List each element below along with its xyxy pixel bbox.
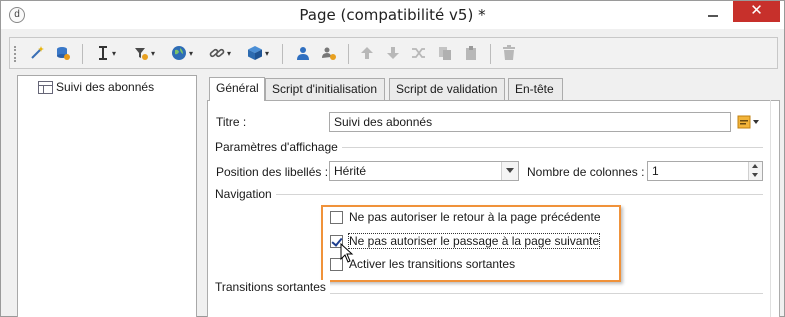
tab-validation-script[interactable]: Script de validation xyxy=(389,78,505,100)
text-edit-icon xyxy=(737,115,759,129)
toolbar: ▾ ▾ ▾ ▾ ▾ xyxy=(9,37,778,69)
cube-button[interactable]: ▾ xyxy=(242,42,274,64)
display-group-title: Paramètres d'affichage xyxy=(215,140,342,154)
user-icon xyxy=(297,47,309,60)
title-bar[interactable]: d Page (compatibilité v5) * ✕ xyxy=(1,1,784,29)
spinner-icon[interactable] xyxy=(748,162,762,180)
tab-general[interactable]: Général xyxy=(209,77,265,101)
user-button[interactable] xyxy=(292,42,314,64)
toolbar-separator xyxy=(82,44,83,64)
cube-icon xyxy=(247,46,262,60)
copy-button[interactable] xyxy=(434,42,456,64)
copy-icon xyxy=(439,47,451,60)
wand-icon xyxy=(31,46,44,59)
delete-icon xyxy=(503,45,515,60)
form-page-icon xyxy=(38,80,53,94)
tab-init-script[interactable]: Script d'initialisation xyxy=(265,78,385,100)
mouse-cursor-icon xyxy=(340,243,354,263)
toolbar-grip[interactable] xyxy=(14,46,18,62)
label-position-select[interactable]: Hérité xyxy=(329,161,519,181)
chevron-down-icon[interactable] xyxy=(501,162,518,180)
columns-stepper[interactable]: 1 xyxy=(647,161,763,181)
database-refresh-button[interactable] xyxy=(52,42,74,64)
columns-value: 1 xyxy=(652,164,659,178)
user-settings-icon xyxy=(322,47,336,60)
user-settings-button[interactable] xyxy=(318,42,340,64)
wand-button[interactable] xyxy=(26,42,48,64)
arrow-up-icon xyxy=(361,47,373,59)
navigation-group-title: Navigation xyxy=(215,187,276,201)
text-field-button[interactable]: ▾ xyxy=(90,42,122,64)
checkbox-box[interactable] xyxy=(330,210,343,224)
transitions-group-title: Transitions sortantes xyxy=(215,280,330,294)
tree-item-label: Suivi des abonnés xyxy=(56,80,155,94)
globe-button[interactable]: ▾ xyxy=(166,42,198,64)
shuffle-button[interactable] xyxy=(408,42,430,64)
link-button[interactable]: ▾ xyxy=(204,42,236,64)
columns-label: Nombre de colonnes : xyxy=(527,165,645,179)
globe-icon xyxy=(171,46,186,60)
navigation-group-divider xyxy=(215,194,763,195)
shuffle-icon xyxy=(412,48,425,58)
tree-item-suivi-abonnes[interactable]: Suivi des abonnés xyxy=(38,80,154,94)
filter-add-button[interactable]: ▾ xyxy=(128,42,160,64)
title-input[interactable]: Suivi des abonnés xyxy=(329,112,731,132)
checkbox-label: Ne pas autoriser le retour à la page pré… xyxy=(349,210,601,224)
toolbar-separator xyxy=(348,44,349,64)
chevron-down-icon: ▾ xyxy=(264,48,269,58)
checkbox-enable-transitions[interactable]: Activer les transitions sortantes xyxy=(330,257,515,271)
label-position-value: Hérité xyxy=(334,164,367,178)
link-icon xyxy=(209,48,225,58)
move-up-button[interactable] xyxy=(356,42,378,64)
chevron-down-icon: ▾ xyxy=(188,48,193,58)
panel-edge xyxy=(770,100,771,317)
minimize-button[interactable] xyxy=(699,3,727,25)
close-button[interactable]: ✕ xyxy=(733,1,780,22)
checkbox-no-back[interactable]: Ne pas autoriser le retour à la page pré… xyxy=(330,210,601,224)
checkbox-label: Activer les transitions sortantes xyxy=(349,257,516,271)
title-label: Titre : xyxy=(216,115,247,129)
chevron-down-icon: ▾ xyxy=(150,48,155,58)
label-position-label: Position des libellés : xyxy=(216,165,329,179)
arrow-down-icon xyxy=(387,47,399,59)
chevron-down-icon: ▾ xyxy=(111,48,116,58)
move-down-button[interactable] xyxy=(382,42,404,64)
database-refresh-icon xyxy=(57,47,70,60)
checkbox-label: Ne pas autoriser le passage à la page su… xyxy=(347,233,601,249)
page-tree[interactable]: Suivi des abonnés xyxy=(17,75,197,317)
toolbar-separator xyxy=(282,44,283,64)
filter-add-icon xyxy=(134,48,148,60)
delete-button[interactable] xyxy=(498,42,520,64)
window: d Page (compatibilité v5) * ✕ ▾ ▾ ▾ ▾ ▾ … xyxy=(0,0,785,317)
paste-icon xyxy=(466,46,476,60)
toolbar-separator xyxy=(490,44,491,64)
title-options-button[interactable] xyxy=(735,112,761,132)
window-title: Page (compatibilité v5) * xyxy=(299,6,486,24)
tab-header[interactable]: En-tête xyxy=(508,78,563,100)
checkbox-no-next[interactable]: Ne pas autoriser le passage à la page su… xyxy=(330,233,601,249)
chevron-down-icon: ▾ xyxy=(226,48,231,58)
text-cursor-icon xyxy=(98,46,107,60)
paste-button[interactable] xyxy=(460,42,482,64)
